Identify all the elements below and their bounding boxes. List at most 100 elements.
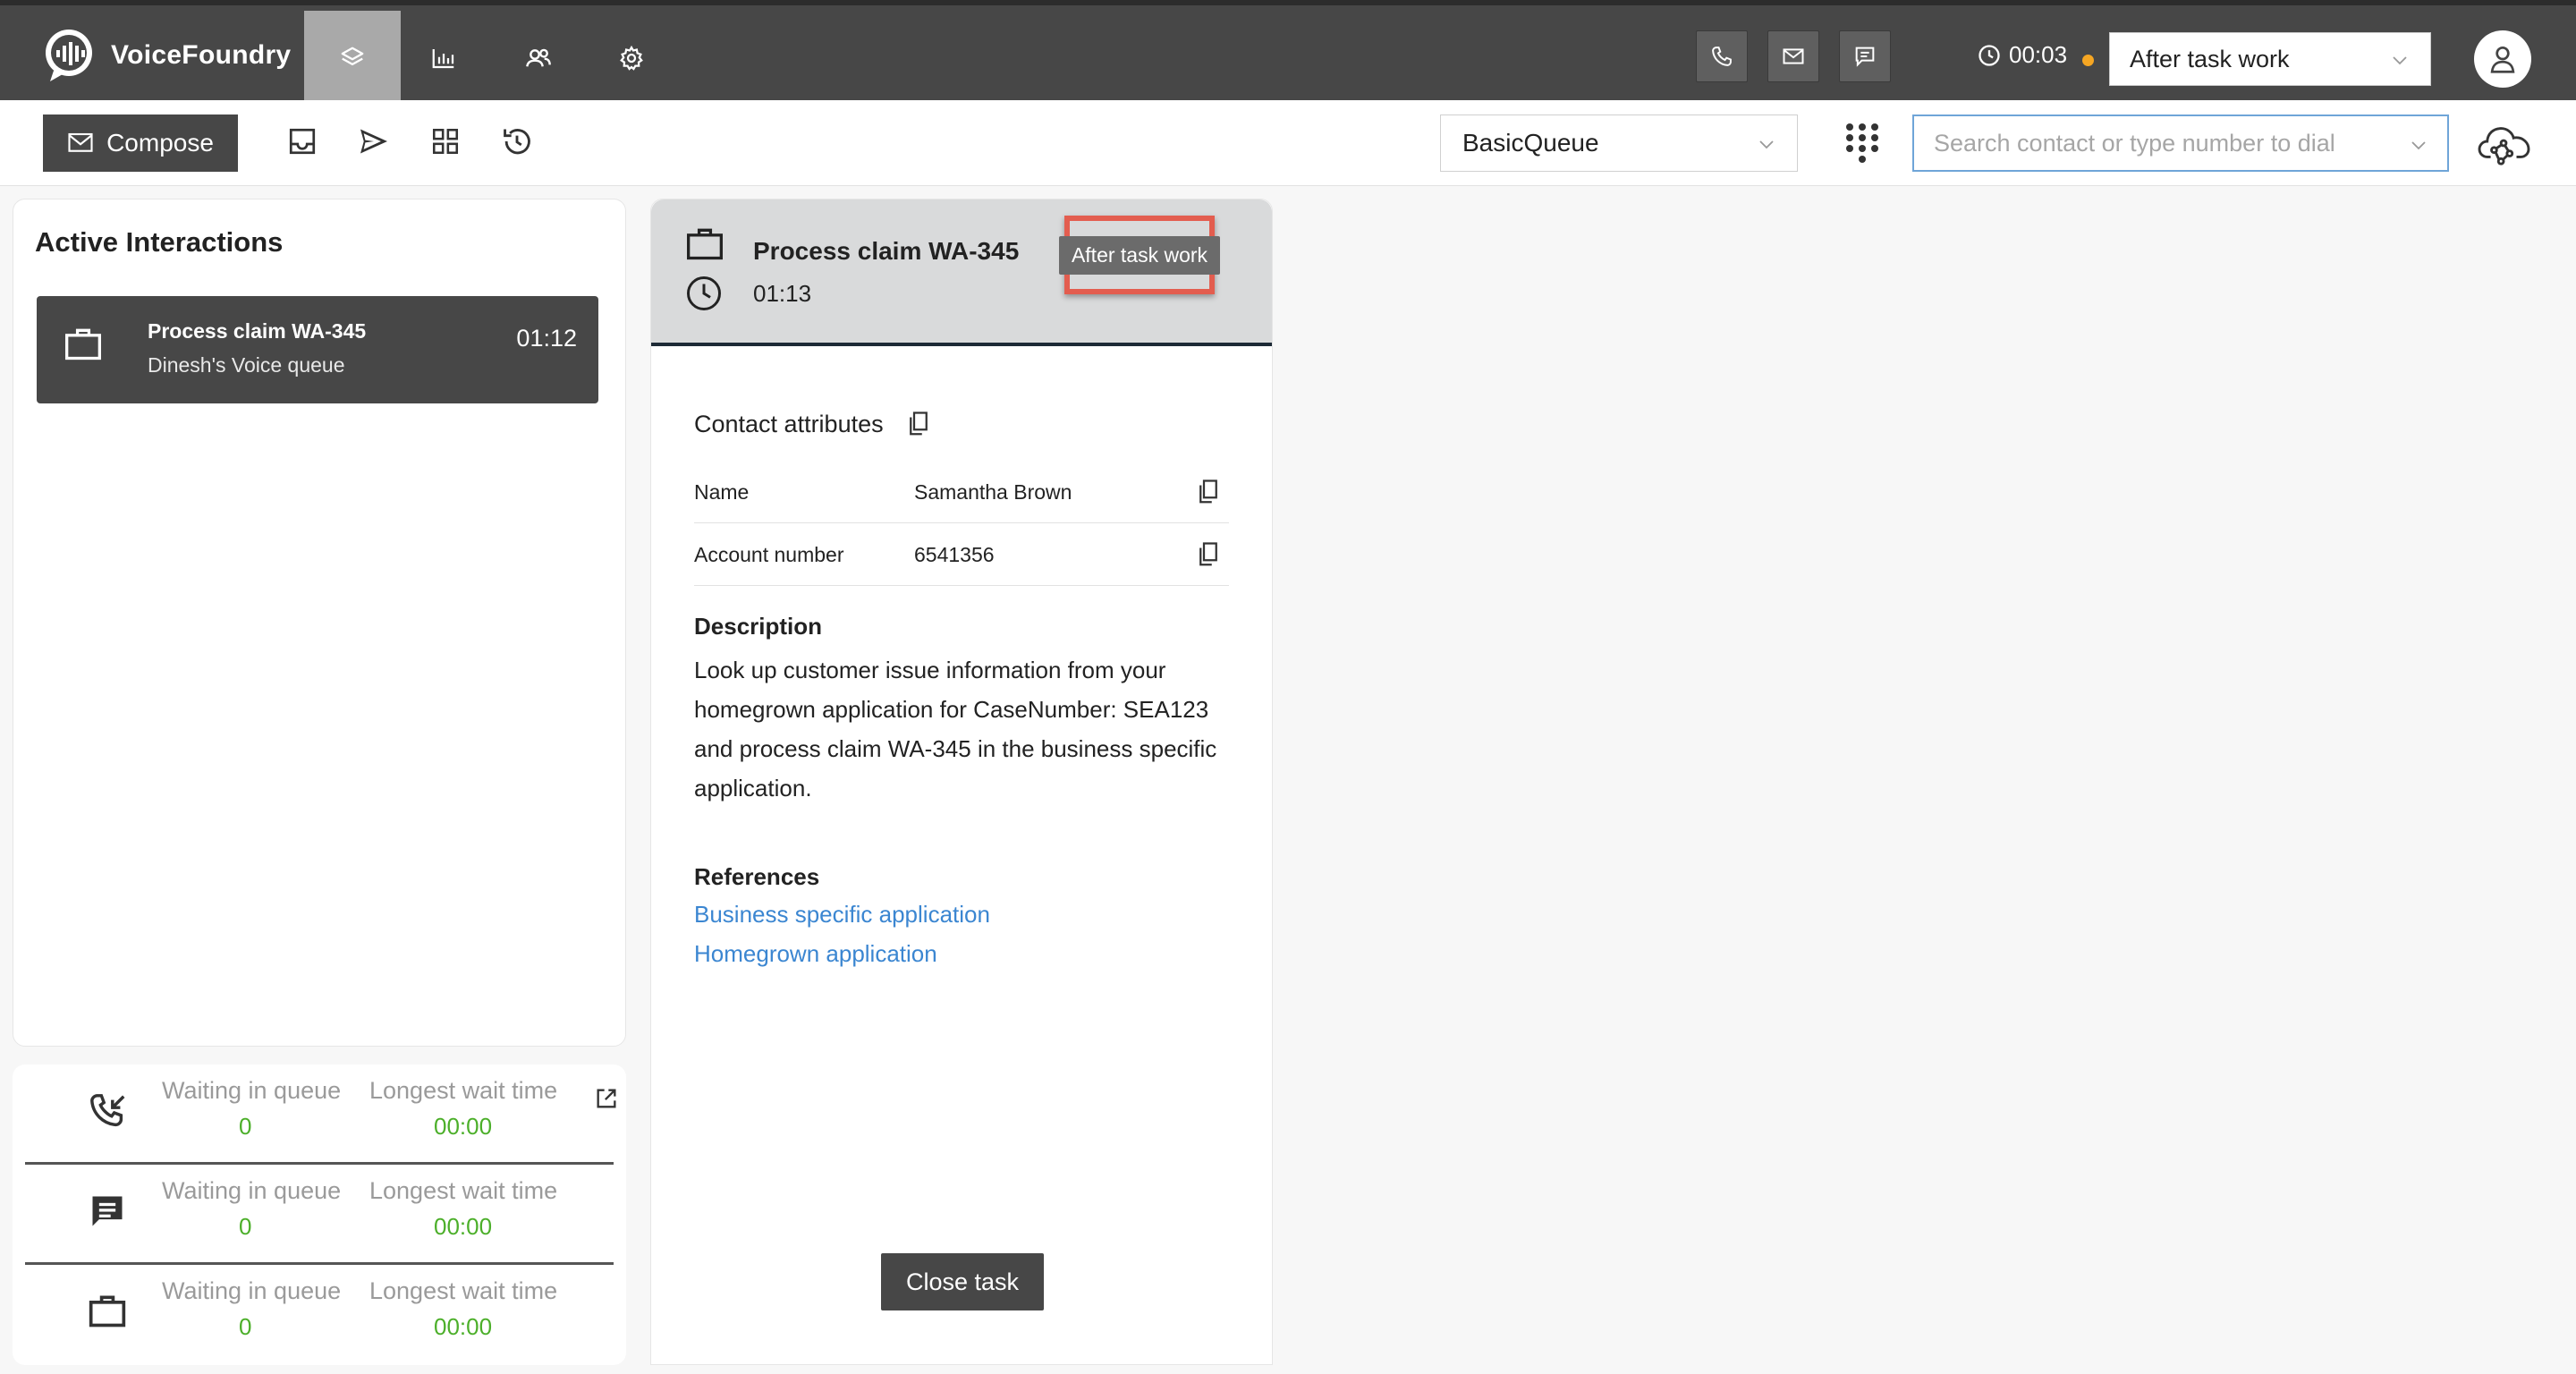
panel-title: Active Interactions (35, 226, 284, 258)
agent-status-select[interactable]: After task work (2109, 32, 2431, 86)
status-timer-value: 00:03 (2009, 41, 2068, 68)
dialpad-button[interactable] (1837, 118, 1887, 168)
waiting-count: 0 (239, 1213, 252, 1240)
layers-icon (339, 45, 366, 72)
chat-icon (1852, 44, 1877, 69)
reference-link-homegrown-app[interactable]: Homegrown application (694, 940, 937, 968)
voice-queue-stats: Waiting in queue 0 Longest wait time 00:… (25, 1064, 616, 1165)
queue-select[interactable]: BasicQueue (1440, 114, 1798, 172)
inbox-button[interactable] (281, 120, 324, 163)
longest-wait-label: Longest wait time (369, 1077, 558, 1104)
chevron-down-icon (1756, 133, 1777, 155)
agent-status-value: After task work (2130, 45, 2290, 72)
gear-icon (618, 45, 645, 72)
copy-icon[interactable] (907, 411, 930, 437)
nav-interactions[interactable] (304, 11, 401, 106)
briefcase-icon (64, 325, 103, 362)
status-indicator-dot (2082, 55, 2094, 66)
attribute-key: Account number (694, 543, 844, 566)
interaction-card[interactable]: Process claim WA-345 Dinesh's Voice queu… (37, 296, 598, 403)
grid-icon (430, 126, 461, 157)
contact-search[interactable] (1912, 114, 2449, 172)
copy-icon[interactable] (1197, 479, 1220, 505)
history-button[interactable] (496, 120, 538, 163)
longest-wait-value: 00:00 (434, 1213, 493, 1240)
task-title: Process claim WA-345 (753, 237, 1020, 265)
references-heading: References (694, 863, 820, 890)
app-name: VoiceFoundry (111, 40, 292, 70)
mail-icon (67, 131, 94, 155)
external-link-icon[interactable] (594, 1086, 619, 1111)
description-heading: Description (694, 613, 823, 640)
logo-icon (39, 26, 98, 85)
nav-contacts[interactable] (490, 11, 587, 106)
send-icon (357, 125, 391, 157)
reference-link-business-app[interactable]: Business specific application (694, 901, 990, 929)
cloud-connection-button[interactable] (2476, 116, 2533, 170)
inbox-icon (286, 125, 318, 157)
attribute-value: 6541356 (914, 543, 995, 566)
waiting-count: 0 (239, 1113, 252, 1140)
phone-icon (1709, 44, 1734, 69)
attribute-row-account: Account number 6541356 (694, 523, 1229, 586)
waiting-count: 0 (239, 1313, 252, 1340)
history-icon (500, 124, 534, 158)
clock-icon (685, 275, 723, 312)
app-logo[interactable]: VoiceFoundry (39, 23, 291, 88)
attribute-row-name: Name Samantha Brown (694, 461, 1229, 523)
chat-queue-stats: Waiting in queue 0 Longest wait time 00:… (25, 1165, 614, 1265)
chevron-down-icon[interactable] (2408, 134, 2429, 156)
briefcase-icon (685, 225, 724, 262)
voice-channel-button[interactable] (1696, 30, 1748, 82)
copy-icon[interactable] (1197, 541, 1220, 568)
dialpad-icon (1844, 122, 1880, 165)
close-task-button[interactable]: Close task (881, 1253, 1044, 1310)
status-timer: 00:03 (1977, 41, 2067, 69)
nav-settings[interactable] (583, 11, 680, 106)
interaction-title: Process claim WA-345 (148, 319, 367, 343)
longest-wait-value: 00:00 (434, 1313, 493, 1340)
top-bar: VoiceFoundry 00:03 After task work (0, 0, 2576, 106)
clock-icon (1977, 43, 2002, 68)
briefcase-icon (88, 1292, 127, 1329)
chevron-down-icon (2389, 49, 2411, 71)
queue-stats-panel: Waiting in queue 0 Longest wait time 00:… (13, 1064, 626, 1365)
chat-icon (88, 1192, 127, 1231)
outbound-button[interactable] (352, 120, 395, 163)
description-text: Look up customer issue information from … (694, 657, 1217, 802)
task-queue-stats: Waiting in queue 0 Longest wait time 00:… (25, 1265, 614, 1365)
task-header: Process claim WA-345 01:13 After task wo… (651, 199, 1272, 346)
interaction-queue: Dinesh's Voice queue (148, 353, 345, 377)
task-timer: 01:13 (753, 280, 812, 307)
task-status-highlight: After task work (1058, 216, 1221, 294)
toolbar: Compose BasicQueue (0, 100, 2576, 186)
bar-chart-icon (430, 45, 457, 72)
task-status-badge: After task work (1058, 235, 1221, 275)
active-interactions-panel: Active Interactions Process claim WA-345… (13, 199, 626, 1047)
longest-wait-label: Longest wait time (369, 1177, 558, 1204)
mail-icon (1781, 44, 1806, 69)
contact-search-input[interactable] (1934, 129, 2399, 157)
waiting-label: Waiting in queue (162, 1277, 342, 1304)
compose-button[interactable]: Compose (43, 114, 238, 172)
users-icon (524, 44, 553, 72)
chat-channel-button[interactable] (1839, 30, 1891, 82)
waiting-label: Waiting in queue (162, 1177, 342, 1204)
attribute-key: Name (694, 480, 750, 504)
waiting-label: Waiting in queue (162, 1077, 342, 1104)
queue-select-value: BasicQueue (1462, 129, 1599, 157)
cloud-network-icon (2477, 119, 2532, 167)
nav-metrics[interactable] (395, 11, 492, 106)
contact-attributes-title: Contact attributes (694, 411, 884, 437)
interaction-timer: 01:12 (516, 325, 577, 352)
compose-label: Compose (106, 129, 214, 157)
apps-button[interactable] (424, 120, 467, 163)
longest-wait-value: 00:00 (434, 1113, 493, 1140)
attribute-value: Samantha Brown (914, 480, 1072, 504)
incoming-call-icon (88, 1091, 129, 1132)
task-detail-panel: Process claim WA-345 01:13 After task wo… (650, 199, 1273, 1365)
email-channel-button[interactable] (1767, 30, 1819, 82)
user-icon (2486, 42, 2520, 76)
user-avatar[interactable] (2474, 30, 2531, 88)
longest-wait-label: Longest wait time (369, 1277, 558, 1304)
